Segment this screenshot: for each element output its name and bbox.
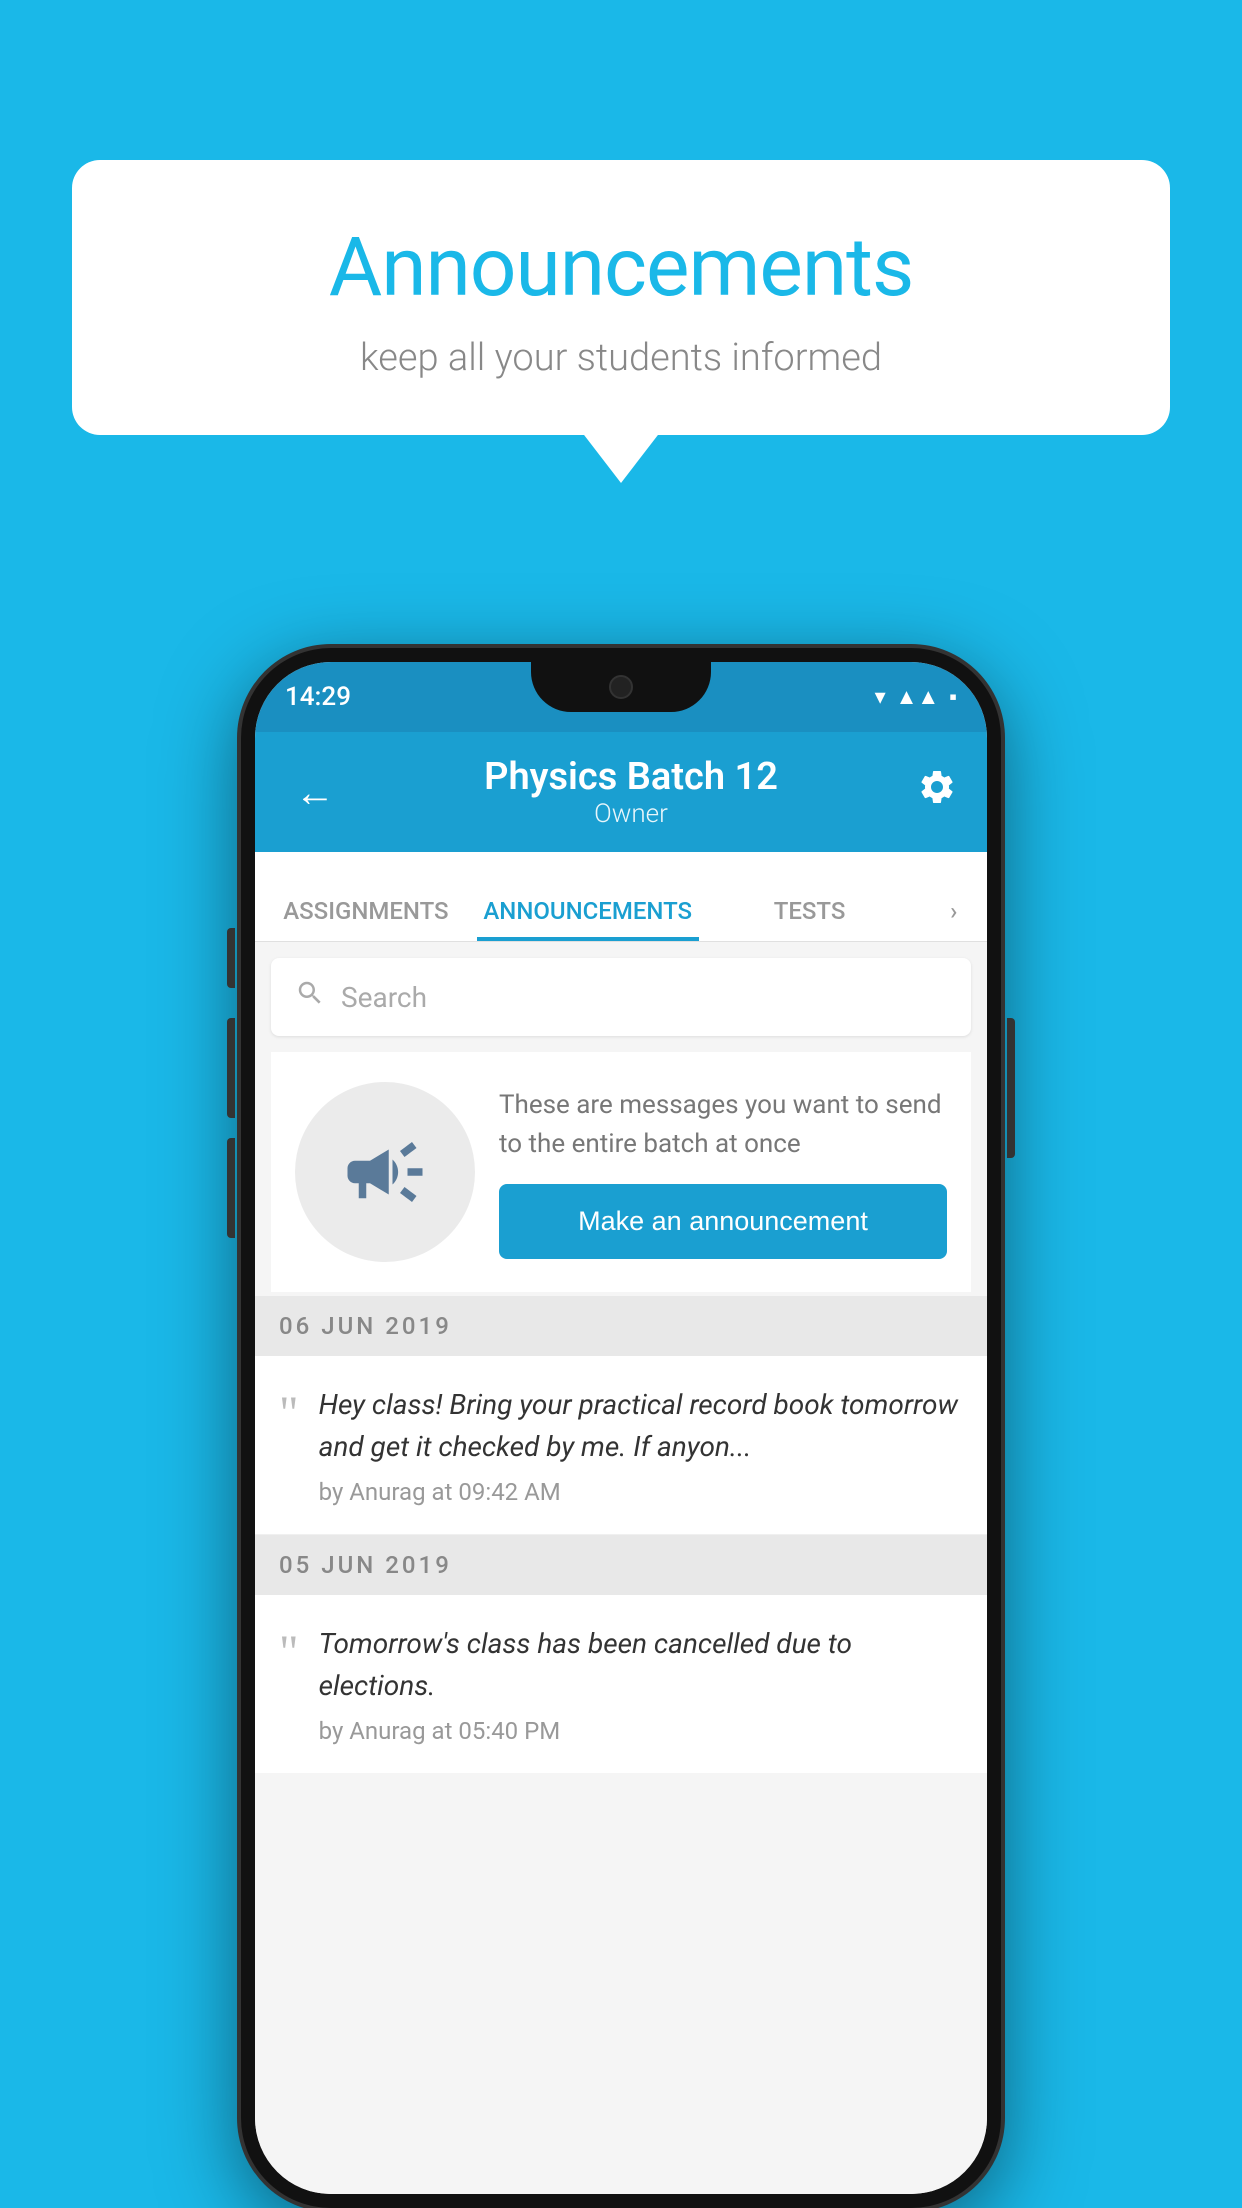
signal-icon: ▲▲ [896, 684, 940, 710]
speech-bubble: Announcements keep all your students inf… [72, 160, 1170, 435]
quote-icon-1: " [279, 1384, 299, 1438]
announcement-item-1[interactable]: " Hey class! Bring your practical record… [255, 1356, 987, 1535]
announcement-item-2[interactable]: " Tomorrow's class has been cancelled du… [255, 1595, 987, 1773]
status-icons: ▾ ▲▲ ▪ [875, 684, 957, 710]
announcement-text-1: Hey class! Bring your practical record b… [319, 1384, 963, 1468]
search-placeholder: Search [341, 981, 427, 1014]
app-bar-title: Physics Batch 12 [484, 755, 778, 799]
make-announcement-button[interactable]: Make an announcement [499, 1184, 947, 1259]
settings-button[interactable] [917, 767, 957, 817]
phone-outer: 14:29 ▾ ▲▲ ▪ ← Physics Batch 12 Owner [241, 648, 1001, 2208]
announcement-content-2: Tomorrow's class has been cancelled due … [319, 1623, 963, 1745]
tabs-bar: ASSIGNMENTS ANNOUNCEMENTS TESTS › [255, 852, 987, 942]
announcement-content-1: Hey class! Bring your practical record b… [319, 1384, 963, 1506]
volume-down-button [227, 1138, 235, 1238]
promo-right: These are messages you want to send to t… [499, 1086, 947, 1259]
speech-bubble-container: Announcements keep all your students inf… [72, 160, 1170, 435]
app-bar-subtitle: Owner [484, 799, 778, 829]
volume-silent-button [227, 928, 235, 988]
search-icon [295, 978, 325, 1016]
announcement-text-2: Tomorrow's class has been cancelled due … [319, 1623, 963, 1707]
volume-up-button [227, 1018, 235, 1118]
tab-tests[interactable]: TESTS [699, 897, 921, 941]
back-button[interactable]: ← [285, 759, 345, 826]
app-bar: ← Physics Batch 12 Owner [255, 732, 987, 852]
bubble-subtitle: keep all your students informed [132, 336, 1110, 380]
wifi-icon: ▾ [875, 685, 886, 710]
phone-notch [531, 662, 711, 712]
tab-assignments[interactable]: ASSIGNMENTS [255, 897, 477, 941]
date-divider-2: 05 JUN 2019 [255, 1535, 987, 1595]
date-divider-1: 06 JUN 2019 [255, 1296, 987, 1356]
bubble-title: Announcements [132, 220, 1110, 316]
announcement-promo: These are messages you want to send to t… [271, 1052, 971, 1292]
quote-icon-2: " [279, 1623, 299, 1677]
status-time: 14:29 [285, 682, 351, 712]
promo-icon-circle [295, 1082, 475, 1262]
app-bar-center: Physics Batch 12 Owner [484, 755, 778, 829]
announcement-meta-2: by Anurag at 05:40 PM [319, 1717, 963, 1745]
tab-more[interactable]: › [920, 897, 987, 941]
power-button [1007, 1018, 1015, 1158]
content-area: Search These are messages you want to se… [255, 942, 987, 2194]
battery-icon: ▪ [949, 684, 957, 710]
front-camera [609, 675, 633, 699]
phone-device: 14:29 ▾ ▲▲ ▪ ← Physics Batch 12 Owner [241, 648, 1001, 2208]
promo-description: These are messages you want to send to t… [499, 1086, 947, 1164]
announcement-meta-1: by Anurag at 09:42 AM [319, 1478, 963, 1506]
search-bar[interactable]: Search [271, 958, 971, 1036]
phone-screen: 14:29 ▾ ▲▲ ▪ ← Physics Batch 12 Owner [255, 662, 987, 2194]
tab-announcements[interactable]: ANNOUNCEMENTS [477, 897, 699, 941]
